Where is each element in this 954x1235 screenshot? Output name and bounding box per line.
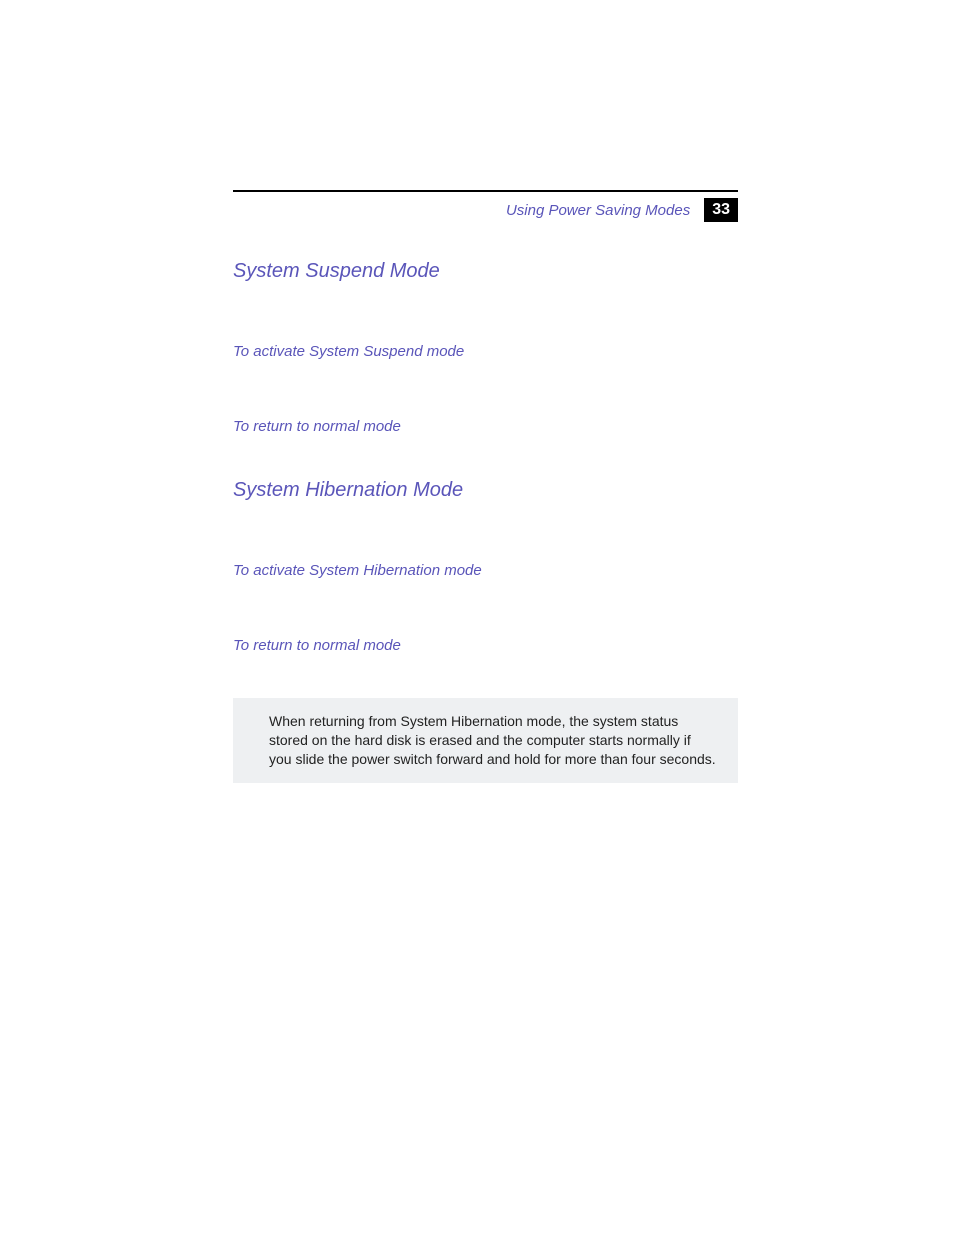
page-number: 33 <box>704 198 738 222</box>
note-box: When returning from System Hibernation m… <box>233 698 738 783</box>
header-rule <box>233 190 738 192</box>
page-header: Using Power Saving Modes 33 <box>233 198 738 222</box>
subhead-suspend-return: To return to normal mode <box>233 418 738 435</box>
content-column: Using Power Saving Modes 33 System Suspe… <box>233 190 738 783</box>
subhead-suspend-activate: To activate System Suspend mode <box>233 343 738 360</box>
running-head: Using Power Saving Modes <box>506 202 690 219</box>
section-title-suspend: System Suspend Mode <box>233 260 738 283</box>
section-title-hibernate: System Hibernation Mode <box>233 479 738 502</box>
subhead-hibernate-activate: To activate System Hibernation mode <box>233 562 738 579</box>
document-page: Using Power Saving Modes 33 System Suspe… <box>0 0 954 1235</box>
subhead-hibernate-return: To return to normal mode <box>233 637 738 654</box>
